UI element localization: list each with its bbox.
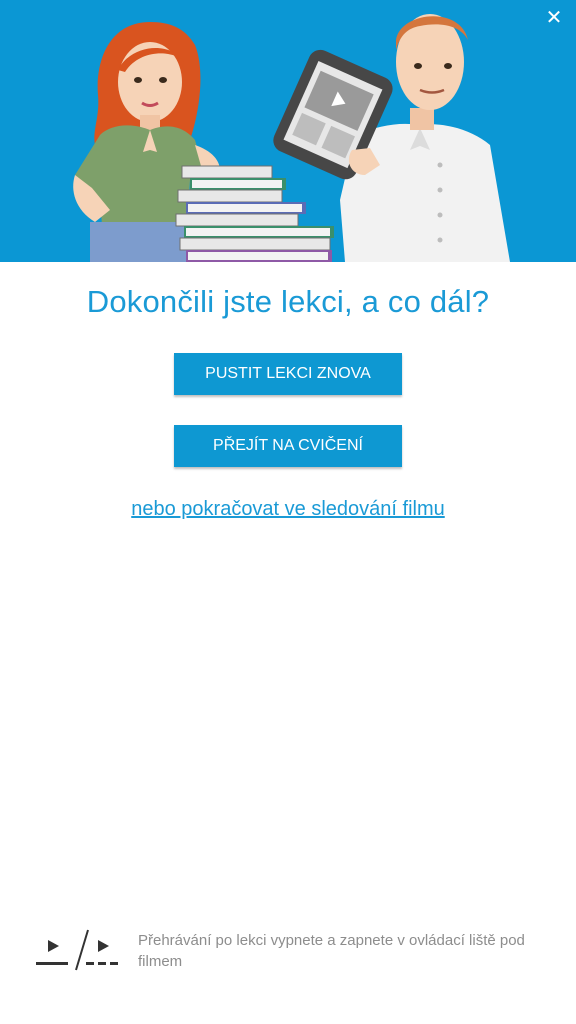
page-title: Dokončili jste lekci, a co dál? (86, 284, 490, 319)
continue-watching-link[interactable]: nebo pokračovat ve sledování filmu (0, 498, 576, 521)
autoplay-toggle-icon (36, 929, 118, 971)
autoplay-hint-text: Přehrávání po lekci vypnete a zapnete v … (138, 932, 525, 970)
people-with-books-illustration (73, 14, 510, 262)
replay-lesson-button[interactable]: PUSTIT LEKCI ZNOVA (174, 353, 402, 395)
hero-illustration: ✕ (0, 0, 576, 262)
go-to-exercise-button[interactable]: PŘEJÍT NA CVIČENÍ (174, 425, 402, 467)
close-button[interactable]: ✕ (542, 6, 566, 30)
close-icon: ✕ (545, 7, 563, 29)
autoplay-hint: Přehrávání po lekci vypnete a zapnete v … (30, 922, 550, 982)
